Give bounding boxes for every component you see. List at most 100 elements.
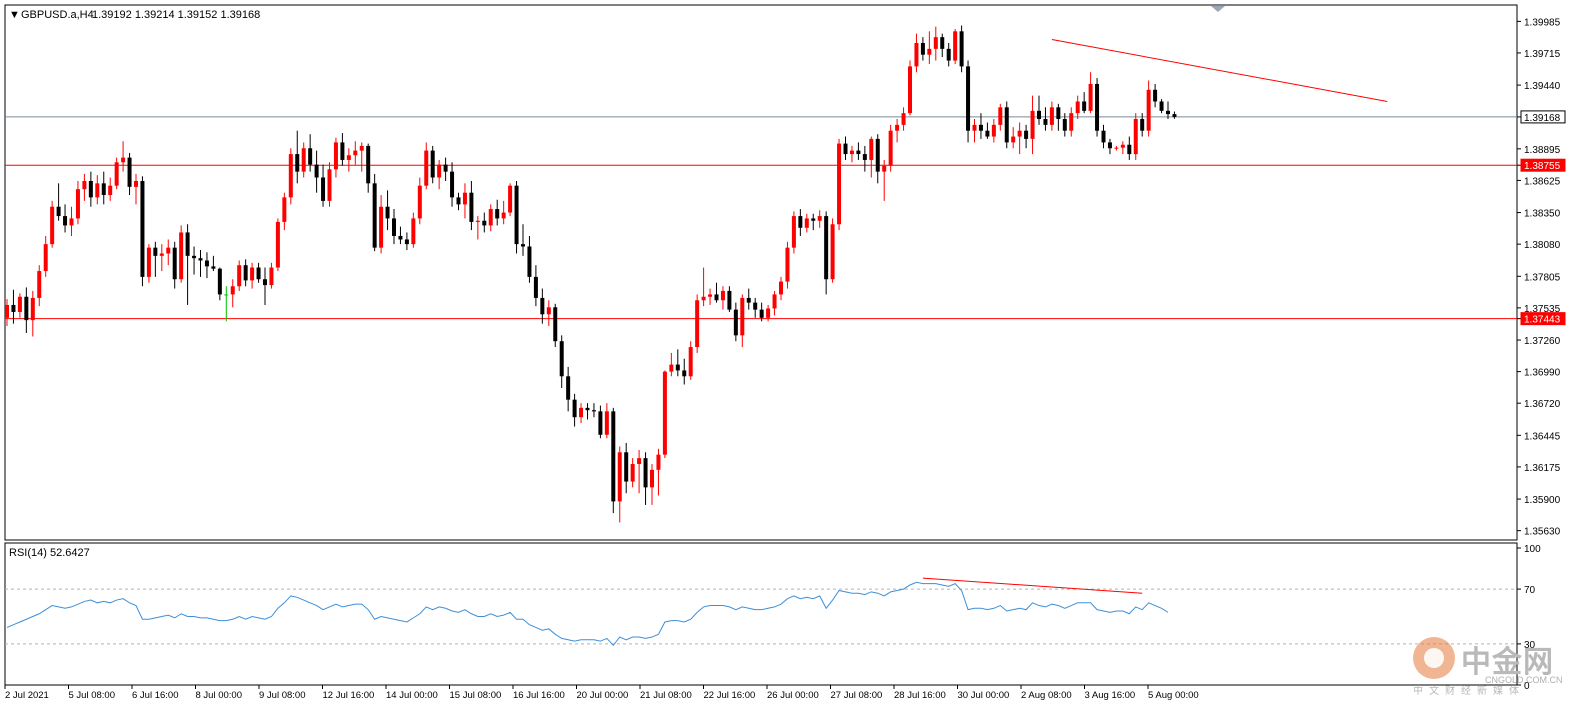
candle-body (637, 458, 642, 464)
candle-body (192, 255, 197, 259)
time-axis-label: 9 Jul 08:00 (259, 690, 305, 701)
candle-body (662, 371, 667, 455)
candle-body (1030, 110, 1035, 139)
candle-body (1024, 130, 1029, 139)
candle-body (978, 124, 983, 131)
candle-body (198, 258, 203, 261)
candle-body (482, 220, 487, 226)
candle-body (882, 165, 887, 172)
candle-body (598, 411, 603, 435)
time-axis-label: 14 Jul 00:00 (386, 690, 438, 701)
candle-body (630, 463, 635, 482)
candle-body (714, 294, 719, 301)
symbol-dropdown-icon[interactable]: ▼ (9, 9, 20, 21)
candle-body (856, 150, 861, 155)
time-axis-label: 5 Aug 00:00 (1148, 690, 1199, 701)
price-chart-svg[interactable]: 1.39985 1.39715 1.39440 1.39168 1.38895 1.387… (0, 0, 1584, 713)
candle-body (617, 452, 622, 502)
candle-body (727, 290, 732, 310)
candle-body (1133, 119, 1138, 155)
candle-body (43, 244, 48, 272)
candle-body (914, 43, 919, 67)
candle-body (217, 268, 222, 295)
candle-body (256, 267, 261, 280)
candle-body (146, 247, 151, 277)
candle-body (1049, 107, 1054, 125)
candle-body (385, 206, 390, 219)
rsi-axis-label: 30 (1524, 640, 1536, 651)
candle-body (572, 399, 577, 418)
candle-body (998, 107, 1003, 125)
price-axis-label: 1.38625 (1524, 176, 1561, 187)
rsi-axis-label: 100 (1524, 544, 1541, 555)
candle-body (508, 185, 513, 213)
candle-body (772, 294, 777, 309)
candle-body (462, 192, 467, 205)
candle-body (501, 212, 506, 219)
candle-body (288, 154, 293, 198)
time-axis-label: 27 Jul 08:00 (831, 690, 883, 701)
candle-body (30, 297, 35, 321)
candle-body (1037, 110, 1041, 120)
candle-body (753, 302, 758, 310)
candle-body (488, 209, 493, 226)
candle-body (650, 469, 654, 488)
candle-body (159, 253, 164, 256)
candle-body (908, 66, 912, 114)
candle-body (237, 265, 242, 287)
candle-body (830, 224, 835, 280)
candle-body (75, 189, 80, 219)
candle-body (1159, 101, 1164, 111)
candle-body (166, 247, 171, 254)
candle-body (682, 370, 687, 377)
candle-body (101, 183, 106, 196)
candle-body (1140, 119, 1145, 131)
candle-body (1127, 144, 1132, 155)
price-axis-label: 1.35900 (1524, 495, 1561, 506)
candle-body (379, 206, 384, 248)
candle-body (333, 142, 338, 170)
candle-body (275, 221, 280, 268)
candle-body (211, 266, 216, 269)
candle-body (430, 150, 435, 178)
candle-body (204, 260, 209, 267)
price-axis-label: 1.36445 (1524, 431, 1561, 442)
candle-body (1101, 130, 1106, 143)
candle-body (1043, 119, 1048, 125)
candle-body (50, 206, 55, 245)
price-axis-label: 1.36990 (1524, 368, 1561, 379)
candle-body (966, 66, 971, 131)
candle-body (424, 150, 429, 186)
candle-body (920, 43, 925, 55)
candle-body (1166, 110, 1170, 115)
time-axis-label: 12 Jul 16:00 (323, 690, 375, 701)
candle-body (1011, 136, 1016, 143)
price-axis-label: 1.39168 (1524, 113, 1561, 124)
candle-body (579, 407, 584, 418)
price-axis-label: 1.37443 (1524, 315, 1561, 326)
candle-body (1062, 119, 1067, 131)
candle-body (953, 31, 958, 61)
candle-body (720, 290, 725, 301)
candle-body (656, 454, 661, 470)
candle-body (824, 216, 829, 280)
time-axis-label: 8 Jul 00:00 (196, 690, 242, 701)
candle-body (121, 157, 126, 163)
candle-body (798, 216, 803, 228)
candle-body (591, 410, 596, 412)
candle-body (895, 124, 900, 131)
candle-body (675, 364, 680, 371)
candle-body (521, 244, 525, 247)
price-axis-label: 1.36175 (1524, 463, 1561, 474)
candle-body (340, 142, 345, 160)
candle-body (185, 232, 190, 256)
price-axis-label: 1.39985 (1524, 17, 1561, 28)
time-axis-label: 26 Jul 00:00 (767, 690, 819, 701)
time-axis-label: 2 Aug 08:00 (1021, 690, 1072, 701)
candle-body (469, 192, 474, 222)
candle-body (366, 145, 371, 184)
candle-body (346, 155, 351, 160)
candle-body (243, 265, 248, 281)
candle-body (940, 37, 945, 49)
candle-body (708, 294, 713, 297)
